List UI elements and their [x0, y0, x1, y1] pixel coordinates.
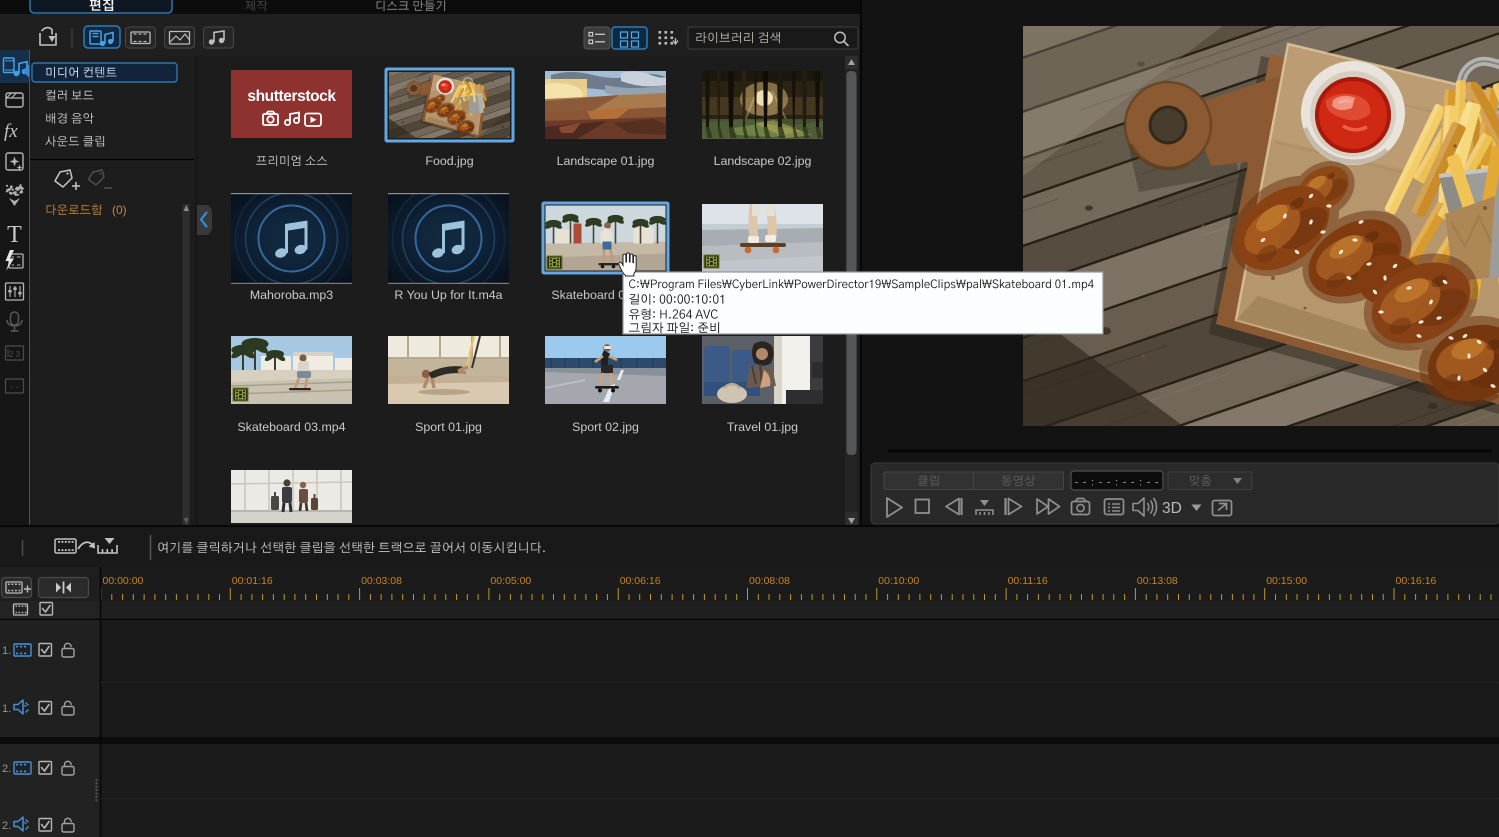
svg-text:Mahoroba.mp3: Mahoroba.mp3: [250, 288, 333, 302]
svg-text:00:01:16: 00:01:16: [232, 575, 273, 587]
svg-text:1.: 1.: [2, 703, 11, 715]
svg-text:Sport 02.jpg: Sport 02.jpg: [572, 420, 639, 434]
svg-text:00:16:16: 00:16:16: [1396, 575, 1437, 587]
svg-text:00:03:08: 00:03:08: [361, 575, 402, 587]
svg-text:R You Up for It.m4a: R You Up for It.m4a: [394, 288, 502, 302]
svg-text:Landscape 01.jpg: Landscape 01.jpg: [557, 154, 655, 168]
svg-text:shutterstock: shutterstock: [247, 88, 336, 105]
svg-text:00:15:00: 00:15:00: [1266, 575, 1307, 587]
svg-text:00:00:00: 00:00:00: [103, 575, 144, 587]
svg-text:- - : - - : - - : - -: - - : - - : - - : - -: [1075, 477, 1160, 489]
svg-text:Sport 01.jpg: Sport 01.jpg: [415, 420, 482, 434]
svg-text:2.: 2.: [2, 763, 11, 775]
svg-text:1.: 1.: [2, 645, 11, 657]
svg-text:3D: 3D: [1162, 500, 1182, 517]
svg-text:2.: 2.: [2, 820, 11, 832]
svg-text:00:13:08: 00:13:08: [1137, 575, 1178, 587]
svg-text:Travel 01.jpg: Travel 01.jpg: [727, 420, 798, 434]
svg-text:Landscape 02.jpg: Landscape 02.jpg: [714, 154, 812, 168]
svg-text:00:08:08: 00:08:08: [749, 575, 790, 587]
svg-text:Food.jpg: Food.jpg: [425, 154, 473, 168]
svg-text:- -: - -: [10, 382, 19, 392]
svg-text:00:05:00: 00:05:00: [490, 575, 531, 587]
svg-text:T: T: [7, 222, 22, 248]
svg-text:(0): (0): [112, 203, 127, 217]
svg-text:00:11:16: 00:11:16: [1008, 575, 1048, 587]
svg-text:00:06:16: 00:06:16: [620, 575, 661, 587]
svg-text:Skateboard 03.mp4: Skateboard 03.mp4: [237, 420, 345, 434]
svg-text:2 3: 2 3: [9, 350, 21, 359]
svg-text:00:10:00: 00:10:00: [878, 575, 919, 587]
svg-text:fx: fx: [4, 121, 18, 142]
